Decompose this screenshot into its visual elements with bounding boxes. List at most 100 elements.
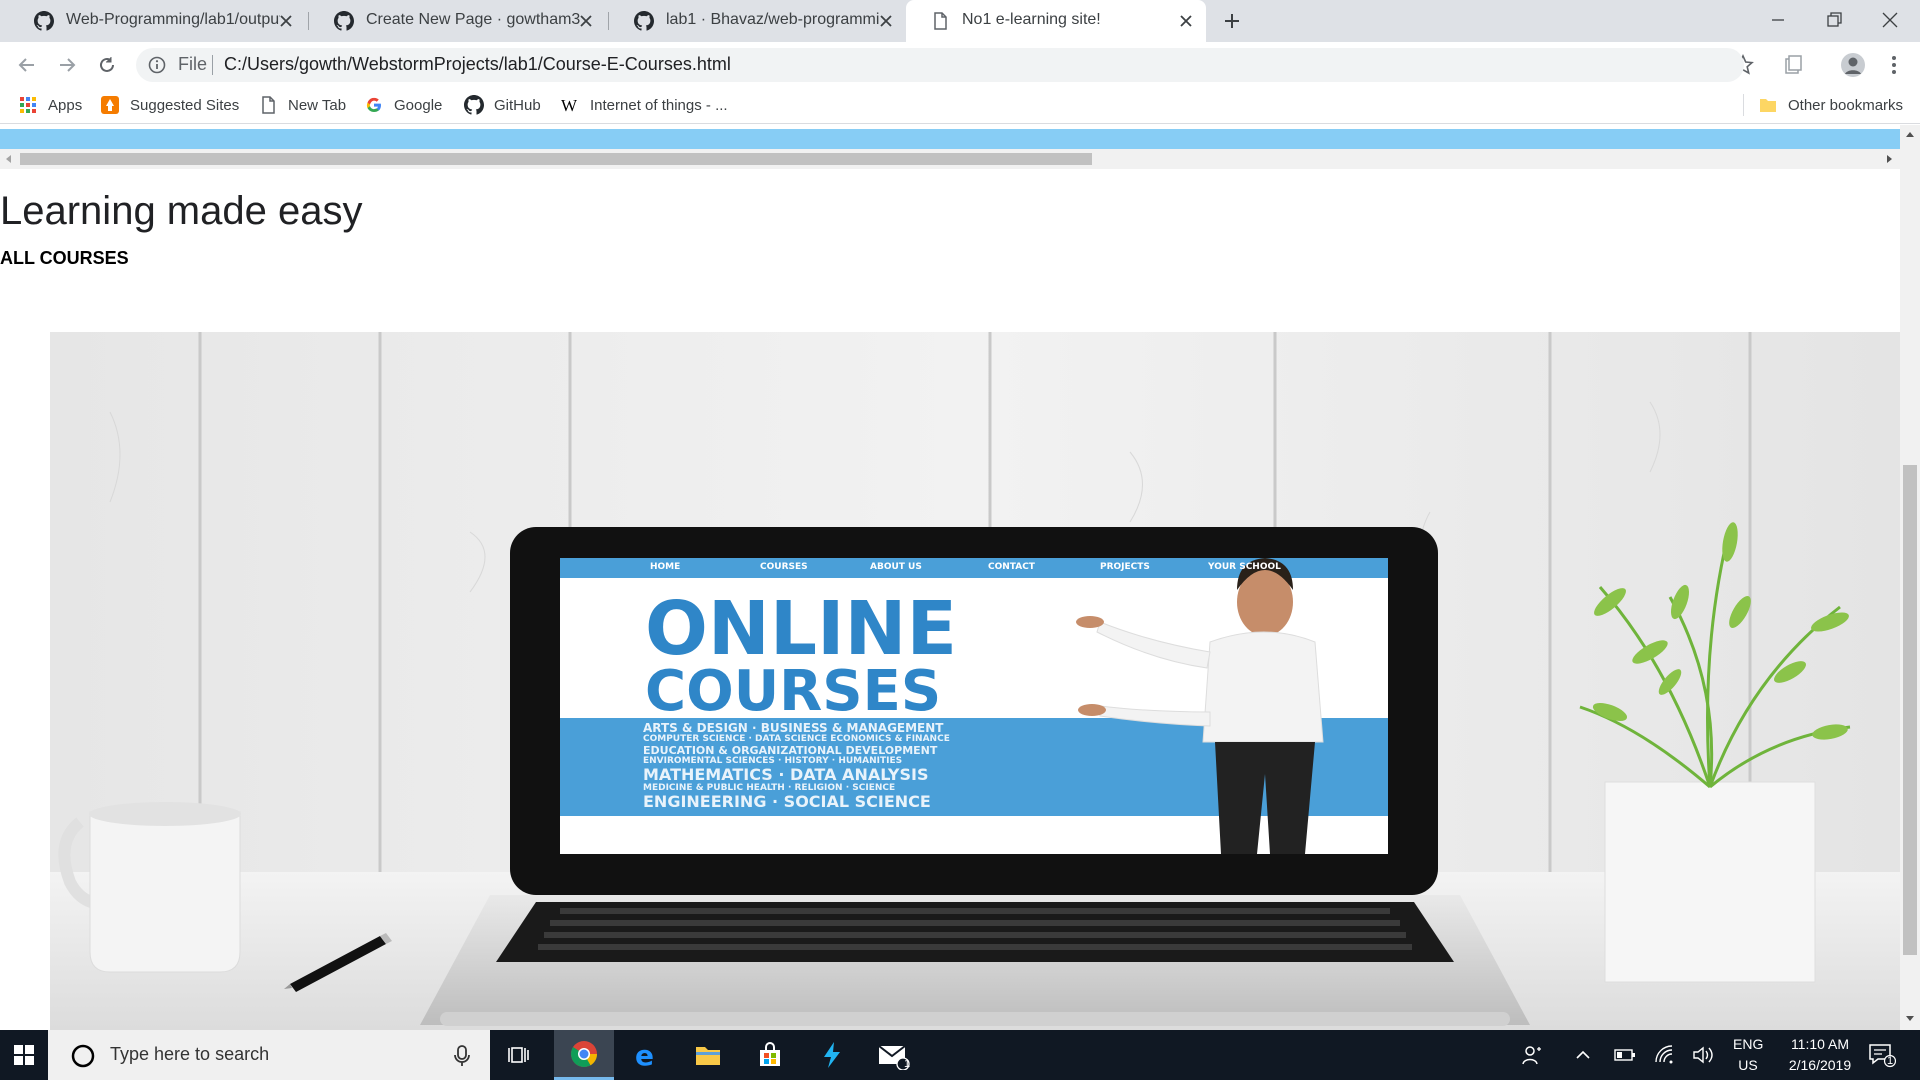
start-button[interactable] bbox=[0, 1030, 48, 1080]
minimize-icon[interactable] bbox=[1768, 10, 1788, 30]
scroll-up-arrow-icon[interactable] bbox=[1905, 130, 1915, 140]
taskbar-chrome-button[interactable] bbox=[554, 1030, 614, 1080]
taskbar-mail-button[interactable]: 1 bbox=[864, 1030, 924, 1080]
mail-badge: 1 bbox=[904, 1058, 911, 1070]
chevron-up-icon[interactable] bbox=[1574, 1046, 1592, 1064]
hero-courses-title: COURSES bbox=[645, 659, 941, 724]
hero-nav-projects: PROJECTS bbox=[1100, 562, 1150, 572]
bookmark-label: Suggested Sites bbox=[130, 96, 240, 114]
address-url[interactable]: C:/Users/gowth/WebstormProjects/lab1/Cou… bbox=[224, 54, 731, 75]
github-icon bbox=[634, 11, 654, 31]
bookmark-suggested-sites[interactable]: Suggested Sites bbox=[100, 94, 239, 116]
bookmark-label: Google bbox=[394, 96, 443, 114]
tab-title: No1 e-learning site! bbox=[962, 11, 1101, 28]
bookmarks-divider bbox=[1743, 94, 1744, 116]
folder-icon bbox=[1760, 99, 1776, 112]
hero-subject-line: MATHEMATICS · DATA ANALYSIS bbox=[643, 765, 929, 784]
reload-icon[interactable] bbox=[96, 54, 118, 76]
scrollbar-thumb[interactable] bbox=[20, 153, 1092, 165]
vertical-scrollbar[interactable] bbox=[1900, 125, 1920, 1030]
folder-icon bbox=[696, 1047, 720, 1065]
forward-arrow-icon[interactable] bbox=[56, 54, 78, 76]
cortana-circle-icon bbox=[71, 1044, 95, 1068]
tab-no1-e-learning[interactable]: No1 e-learning site! bbox=[906, 0, 1206, 42]
clock-time[interactable]: 11:10 AM bbox=[1772, 1036, 1868, 1052]
clock-date[interactable]: 2/16/2019 bbox=[1772, 1057, 1868, 1073]
task-view-icon bbox=[508, 1047, 529, 1063]
scroll-right-arrow-icon[interactable] bbox=[1884, 154, 1894, 164]
microphone-icon[interactable] bbox=[452, 1044, 472, 1068]
hero-nav: HOME COURSES ABOUT US CONTACT PROJECTS Y… bbox=[560, 561, 1388, 577]
windows-logo-icon bbox=[14, 1045, 34, 1065]
edge-icon: e bbox=[635, 1041, 654, 1069]
page-heading: Learning made easy bbox=[0, 189, 363, 233]
taskbar-webstorm-button[interactable] bbox=[802, 1030, 862, 1080]
address-scheme-label: File bbox=[178, 54, 208, 74]
taskbar-store-button[interactable] bbox=[740, 1030, 800, 1080]
hero-nav-home: HOME bbox=[650, 562, 681, 572]
tab-title: lab1 · Bhavaz/web-programming bbox=[666, 11, 880, 28]
taskbar-search-box[interactable]: Type here to search bbox=[48, 1030, 490, 1080]
notification-badge: 1 bbox=[1887, 1055, 1894, 1067]
page-icon bbox=[934, 12, 947, 30]
taskbar-edge-button[interactable]: e bbox=[616, 1030, 676, 1080]
suggested-sites-icon bbox=[101, 96, 119, 114]
all-courses-heading: ALL COURSES bbox=[0, 248, 129, 268]
region-indicator[interactable]: US bbox=[1733, 1057, 1763, 1073]
tab-title: Create New Page · gowtham304/ bbox=[366, 11, 580, 28]
restore-icon[interactable] bbox=[1824, 10, 1844, 30]
hero-image: ONLINE COURSES HOME COURSES ABOUT US CON… bbox=[50, 332, 1900, 1030]
extension-icon[interactable] bbox=[1782, 54, 1804, 76]
hero-nav-courses: COURSES bbox=[760, 562, 808, 572]
store-bag-icon bbox=[760, 1042, 780, 1066]
volume-icon[interactable] bbox=[1692, 1044, 1716, 1066]
menu-kebab-icon[interactable] bbox=[1884, 54, 1904, 76]
page-icon bbox=[262, 96, 275, 114]
laptop-desk-illustration: ONLINE COURSES bbox=[50, 332, 1900, 1030]
bookmark-github[interactable]: GitHub bbox=[464, 94, 541, 116]
apps-grid-icon bbox=[20, 97, 36, 113]
close-icon[interactable] bbox=[1176, 11, 1196, 31]
svg-text:e: e bbox=[635, 1041, 654, 1069]
page-viewport: Learning made easy ALL COURSES ONLINE CO… bbox=[0, 125, 1900, 1030]
hero-subject-line: EDUCATION & ORGANIZATIONAL DEVELOPMENT bbox=[643, 744, 938, 757]
github-icon bbox=[34, 11, 54, 31]
bookmark-internet-of-things[interactable]: W Internet of things - ... bbox=[560, 94, 728, 116]
scrollbar-thumb[interactable] bbox=[1903, 465, 1917, 955]
tab-create-new-page[interactable]: Create New Page · gowtham304/ bbox=[310, 0, 606, 42]
close-icon[interactable] bbox=[576, 11, 596, 31]
hero-nav-your-school: YOUR SCHOOL bbox=[1208, 562, 1281, 572]
tab-lab1-bhavaz[interactable]: lab1 · Bhavaz/web-programming bbox=[610, 0, 906, 42]
bookmark-other-bookmarks[interactable]: Other bookmarks bbox=[1758, 94, 1903, 116]
hero-nav-contact: CONTACT bbox=[988, 562, 1035, 572]
hero-subjects-list: ARTS & DESIGN · BUSINESS & MANAGEMENT CO… bbox=[643, 722, 983, 811]
chrome-icon bbox=[570, 1040, 598, 1067]
close-icon[interactable] bbox=[276, 11, 296, 31]
taskbar-file-explorer-button[interactable] bbox=[678, 1030, 738, 1080]
info-icon[interactable] bbox=[148, 56, 166, 74]
back-arrow-icon[interactable] bbox=[16, 54, 38, 76]
google-icon bbox=[366, 97, 381, 112]
github-icon bbox=[334, 11, 354, 31]
address-divider bbox=[212, 55, 213, 75]
wifi-icon[interactable] bbox=[1654, 1044, 1676, 1066]
profile-avatar-icon[interactable] bbox=[1840, 52, 1866, 78]
address-bar[interactable]: File C:/Users/gowth/WebstormProjects/lab… bbox=[136, 48, 1744, 82]
scroll-left-arrow-icon[interactable] bbox=[4, 154, 14, 164]
bookmark-new-tab[interactable]: New Tab bbox=[258, 94, 346, 116]
battery-icon[interactable] bbox=[1614, 1046, 1636, 1064]
close-window-icon[interactable] bbox=[1880, 10, 1900, 30]
hero-subject-line: COMPUTER SCIENCE · DATA SCIENCE ECONOMIC… bbox=[643, 734, 950, 744]
new-tab-plus-icon[interactable] bbox=[1222, 11, 1242, 31]
tab-web-programming-output[interactable]: Web-Programming/lab1/output bbox=[10, 0, 306, 42]
wikipedia-icon: W bbox=[561, 96, 578, 115]
task-view-button[interactable] bbox=[490, 1030, 550, 1080]
scroll-down-arrow-icon[interactable] bbox=[1905, 1013, 1915, 1023]
webstorm-bolt-icon bbox=[824, 1042, 840, 1068]
people-icon[interactable] bbox=[1522, 1044, 1544, 1066]
bookmark-google[interactable]: Google bbox=[364, 94, 442, 116]
bookmark-apps[interactable]: Apps bbox=[18, 94, 82, 116]
horizontal-scrollbar[interactable] bbox=[0, 149, 1900, 169]
language-indicator[interactable]: ENG bbox=[1733, 1036, 1763, 1052]
close-icon[interactable] bbox=[876, 11, 896, 31]
